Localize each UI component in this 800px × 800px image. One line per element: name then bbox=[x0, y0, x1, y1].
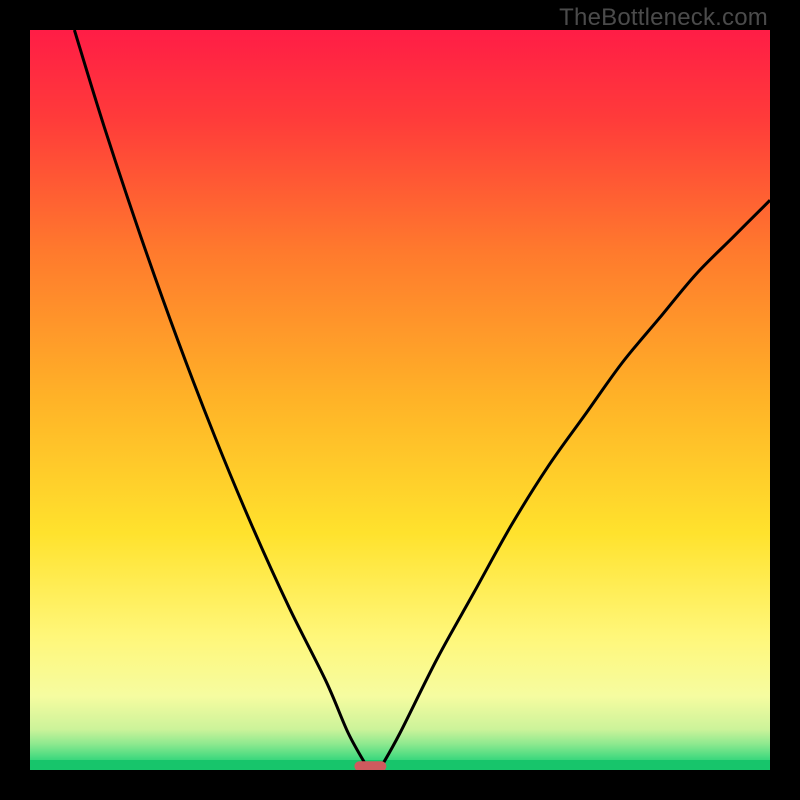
watermark-text: TheBottleneck.com bbox=[559, 4, 768, 32]
green-base-strip bbox=[30, 760, 770, 770]
minimum-marker bbox=[354, 761, 386, 770]
gradient-background bbox=[30, 30, 770, 770]
plot-area bbox=[30, 30, 770, 770]
chart-frame: TheBottleneck.com bbox=[0, 0, 800, 800]
chart-svg bbox=[30, 30, 770, 770]
